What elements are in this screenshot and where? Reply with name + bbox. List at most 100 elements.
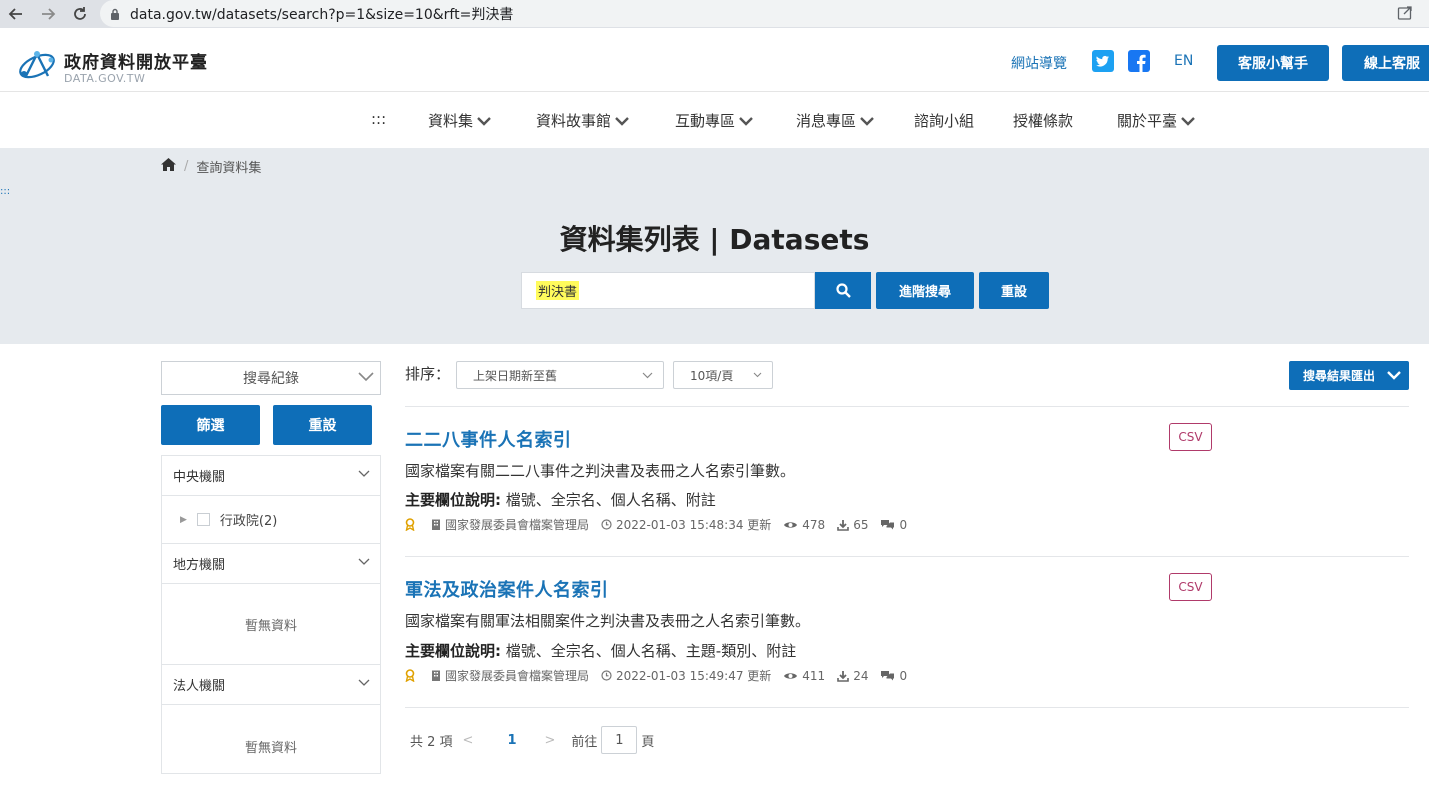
checkbox[interactable] <box>196 513 210 526</box>
panel-header[interactable]: 法人機關 <box>162 665 380 705</box>
language-switch[interactable]: EN <box>1174 53 1193 69</box>
panel-title: 中央機關 <box>173 470 226 485</box>
dataset-views: 411 <box>783 669 825 683</box>
pagination: 共 2 項 < 1 > 前往 1 頁 <box>410 726 654 754</box>
sort-label: 排序： <box>405 365 451 383</box>
nav-accesskey-dots[interactable]: ::: <box>371 110 386 128</box>
page-unit: 頁 <box>641 734 655 750</box>
chevron-down-icon <box>477 116 491 126</box>
chevron-down-icon <box>1181 116 1195 126</box>
org-name: 國家發展委員會檔案管理局 <box>445 669 590 683</box>
dataset-comments: 0 <box>880 518 907 532</box>
dataset-updated: 2022-01-03 15:48:34 更新 <box>601 516 771 533</box>
logo-icon <box>19 51 55 79</box>
chevron-down-icon <box>753 372 762 378</box>
building-icon <box>432 670 440 681</box>
nav-item-interactive[interactable]: 互動專區 <box>675 110 753 131</box>
site-logo[interactable]: 政府資料開放平臺 DATA.GOV.TW <box>16 46 208 86</box>
fields-value: 檔號、全宗名、個人名稱、主題-類別、附註 <box>505 642 797 660</box>
dataset-downloads: 65 <box>837 518 868 532</box>
sort-select[interactable]: 上架日期新至舊 <box>456 361 664 389</box>
dataset-description: 國家檔案有關二二八事件之判決書及表冊之人名索引筆數。 <box>405 462 796 480</box>
fields-label: 主要欄位說明: <box>405 642 501 660</box>
award-icon <box>405 518 419 531</box>
chevron-down-icon <box>739 116 753 126</box>
url-text[interactable]: data.gov.tw/datasets/search?p=1&size=10&… <box>130 4 513 24</box>
page-number-current[interactable]: 1 <box>507 733 516 748</box>
facebook-icon[interactable] <box>1128 50 1150 76</box>
home-icon[interactable] <box>161 158 176 175</box>
format-badge-csv[interactable]: CSV <box>1169 423 1212 451</box>
search-input[interactable]: 判決書 <box>521 272 815 309</box>
side-accesskey-dots[interactable]: ::: <box>0 186 10 197</box>
forward-arrow-icon[interactable] <box>32 0 64 28</box>
format-badge-csv[interactable]: CSV <box>1169 573 1212 601</box>
download-count: 65 <box>853 517 869 532</box>
panel-header[interactable]: 中央機關 <box>162 456 380 496</box>
breadcrumb-separator: / <box>184 159 189 174</box>
export-label: 搜尋結果匯出 <box>1303 369 1376 383</box>
download-count: 24 <box>853 668 869 683</box>
logo-title: 政府資料開放平臺 <box>64 52 208 73</box>
page-size-value: 10項/頁 <box>690 368 734 383</box>
nav-item-about[interactable]: 關於平臺 <box>1117 110 1195 131</box>
back-arrow-icon[interactable] <box>0 0 32 28</box>
search-history-select[interactable]: 搜尋紀錄 <box>161 361 381 395</box>
panel-central-agencies: 中央機關 ▶ 行政院(2) <box>161 455 381 544</box>
dataset-fields: 主要欄位說明: 檔號、全宗名、個人名稱、主題-類別、附註 <box>405 640 796 661</box>
search-input-value: 判決書 <box>536 281 580 300</box>
divider <box>405 556 1409 557</box>
goto-label: 前往 <box>571 734 598 750</box>
nav-item-advisory[interactable]: 諮詢小組 <box>914 110 974 131</box>
twitter-icon[interactable] <box>1092 50 1114 76</box>
address-bar[interactable]: data.gov.tw/datasets/search?p=1&size=10&… <box>100 0 1429 27</box>
dataset-comments: 0 <box>880 669 907 683</box>
filter-reset-button[interactable]: 重設 <box>273 405 372 445</box>
export-results-button[interactable]: 搜尋結果匯出 <box>1289 361 1409 390</box>
nav-item-license[interactable]: 授權條款 <box>1013 110 1073 131</box>
chevron-down-icon <box>358 470 370 477</box>
dataset-org: 國家發展委員會檔案管理局 <box>431 516 589 533</box>
goto-page-input[interactable]: 1 <box>601 726 638 754</box>
nav-label: 關於平臺 <box>1117 112 1178 130</box>
nav-item-stories[interactable]: 資料故事館 <box>536 110 629 131</box>
lock-icon[interactable] <box>100 8 130 20</box>
dataset-title-link[interactable]: 軍法及政治案件人名索引 <box>405 576 609 602</box>
nav-label: 資料集 <box>428 112 474 130</box>
dataset-fields: 主要欄位說明: 檔號、全宗名、個人名稱、附註 <box>405 489 716 510</box>
page-size-select[interactable]: 10項/頁 <box>673 361 773 389</box>
search-icon <box>835 283 851 298</box>
page-title: 資料集列表 | Datasets <box>559 223 870 256</box>
chevron-down-icon <box>642 372 653 379</box>
nav-item-news[interactable]: 消息專區 <box>796 110 874 131</box>
dataset-description: 國家檔案有關軍法相關案件之判決書及表冊之人名索引筆數。 <box>405 612 811 630</box>
view-count: 478 <box>802 517 826 532</box>
advanced-search-button[interactable]: 進階搜尋 <box>876 272 974 309</box>
online-service-button[interactable]: 線上客服 <box>1342 45 1429 81</box>
next-page-icon[interactable]: > <box>545 733 556 748</box>
comments-icon <box>881 671 895 681</box>
chevron-down-icon <box>1387 371 1401 380</box>
dataset-title-link[interactable]: 二二八事件人名索引 <box>405 426 572 452</box>
empty-message: 暫無資料 <box>244 740 297 756</box>
comment-count: 0 <box>899 668 908 683</box>
eye-icon <box>784 672 798 679</box>
share-icon[interactable] <box>1397 5 1413 25</box>
logo-subtitle: DATA.GOV.TW <box>64 71 146 85</box>
total-count: 共 2 項 <box>410 734 453 750</box>
prev-page-icon[interactable]: < <box>463 733 474 748</box>
browser-toolbar: data.gov.tw/datasets/search?p=1&size=10&… <box>0 0 1429 28</box>
nav-item-datasets[interactable]: 資料集 <box>428 110 491 131</box>
caret-right-icon[interactable]: ▶ <box>180 515 187 525</box>
sitemap-link[interactable]: 網站導覽 <box>1011 53 1067 73</box>
filter-button[interactable]: 篩選 <box>161 405 260 445</box>
comments-icon <box>881 520 895 530</box>
fields-label: 主要欄位說明: <box>405 491 501 509</box>
help-assistant-button[interactable]: 客服小幫手 <box>1217 45 1329 81</box>
reload-icon[interactable] <box>64 0 96 28</box>
chevron-down-icon <box>615 116 629 126</box>
search-reset-button[interactable]: 重設 <box>979 272 1049 309</box>
panel-header[interactable]: 地方機關 <box>162 544 380 584</box>
tree-item-executive-yuan[interactable]: ▶ 行政院(2) <box>162 496 380 543</box>
search-button[interactable] <box>815 272 871 309</box>
